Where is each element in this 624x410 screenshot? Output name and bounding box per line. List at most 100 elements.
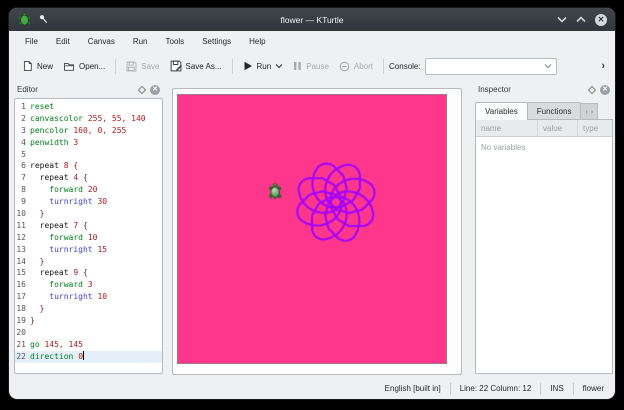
menu-item-help[interactable]: Help: [240, 34, 274, 49]
abort-icon: [339, 61, 350, 72]
status-file-name: flower: [583, 384, 604, 393]
console-input[interactable]: [425, 58, 557, 75]
line-number: 6: [15, 160, 30, 172]
line-number: 21: [15, 339, 30, 351]
new-file-icon: [22, 60, 33, 72]
pause-icon: [293, 61, 302, 71]
line-number: 12: [15, 232, 30, 244]
float-panel-icon[interactable]: [138, 85, 146, 93]
title-bar[interactable]: flower — KTurtle: [9, 8, 615, 31]
editor-line[interactable]: 2canvascolor 255, 55, 140: [15, 113, 162, 125]
editor-line[interactable]: 1reset: [15, 101, 162, 113]
open-folder-icon: [63, 61, 75, 72]
close-panel-icon[interactable]: ✕: [600, 85, 610, 95]
code-editor[interactable]: 1reset2canvascolor 255, 55, 1403pencolor…: [14, 98, 163, 374]
line-number: 3: [15, 125, 30, 137]
menu-item-canvas[interactable]: Canvas: [79, 34, 124, 49]
editor-line[interactable]: 5: [15, 149, 162, 161]
status-language: English [built in]: [385, 384, 441, 393]
column-header-type[interactable]: type: [578, 120, 612, 136]
editor-line[interactable]: 19}: [15, 315, 162, 327]
abort-button[interactable]: Abort: [334, 58, 378, 75]
editor-line[interactable]: 15 repeat 9 {: [15, 267, 162, 279]
editor-line[interactable]: 3pencolor 160, 0, 255: [15, 125, 162, 137]
editor-line[interactable]: 6repeat 8 {: [15, 160, 162, 172]
kturtle-window: flower — KTurtle: [9, 8, 615, 399]
line-number: 1: [15, 101, 30, 113]
run-dropdown-icon: [275, 63, 283, 69]
editor-line[interactable]: 7 repeat 4 {: [15, 172, 162, 184]
tab-variables[interactable]: Variables: [475, 102, 528, 120]
editor-line[interactable]: 14 }: [15, 256, 162, 268]
editor-line[interactable]: 13 turnright 15: [15, 244, 162, 256]
editor-line[interactable]: 17 turnright 10: [15, 291, 162, 303]
line-number: 10: [15, 208, 30, 220]
pin-icon[interactable]: [38, 14, 48, 26]
toolbar-separator: [232, 59, 233, 74]
run-icon: [243, 61, 253, 71]
line-number: 11: [15, 220, 30, 232]
save-icon: [126, 61, 137, 72]
editor-line[interactable]: 20: [15, 327, 162, 339]
editor-line[interactable]: 9 turnright 30: [15, 196, 162, 208]
toolbar-separator: [383, 59, 384, 74]
line-number: 14: [15, 256, 30, 268]
line-number: 13: [15, 244, 30, 256]
save-button[interactable]: Save: [121, 58, 164, 75]
tab-functions[interactable]: Functions: [527, 102, 582, 120]
editor-line[interactable]: 21go 145, 145: [15, 339, 162, 351]
editor-line[interactable]: 4penwidth 3: [15, 137, 162, 149]
toolbar-overflow-icon[interactable]: ›: [601, 60, 607, 72]
column-header-value[interactable]: value: [538, 120, 578, 136]
editor-line[interactable]: 8 forward 20: [15, 184, 162, 196]
line-number: 2: [15, 113, 30, 125]
line-number: 9: [15, 196, 30, 208]
editor-line[interactable]: 12 forward 10: [15, 232, 162, 244]
chevron-down-icon: [544, 63, 552, 69]
editor-line[interactable]: 18 }: [15, 303, 162, 315]
line-number: 15: [15, 267, 30, 279]
float-panel-icon[interactable]: [588, 85, 596, 93]
toolbar-separator: [115, 59, 116, 74]
line-number: 5: [15, 149, 30, 161]
canvas-area: [172, 88, 462, 375]
open-button[interactable]: Open...: [58, 58, 110, 75]
inspector-panel-title: Inspector: [478, 85, 511, 94]
editor-line[interactable]: 16 forward 3: [15, 279, 162, 291]
no-variables-text: No variables: [476, 137, 612, 152]
line-number: 19: [15, 315, 30, 327]
save-as-button[interactable]: Save As...: [165, 57, 227, 75]
inspector-tabs: Variables Functions ‹ ›: [475, 99, 613, 120]
turtle-icon: [18, 12, 31, 28]
menu-item-settings[interactable]: Settings: [193, 34, 240, 49]
close-icon[interactable]: ✕: [595, 14, 607, 26]
status-bar: English [built in] Line: 22 Column: 12 I…: [9, 378, 615, 399]
editor-panel: Editor ✕ 1reset2canvascolor 255, 55, 140…: [11, 80, 164, 378]
line-number: 4: [15, 137, 30, 149]
pause-button[interactable]: Pause: [288, 58, 334, 74]
run-button[interactable]: Run: [238, 58, 289, 74]
tab-scroll-left-icon[interactable]: ‹: [585, 109, 587, 116]
text-cursor: [83, 351, 84, 360]
menu-item-run[interactable]: Run: [124, 34, 157, 49]
window-title: flower — KTurtle: [9, 15, 615, 25]
editor-line[interactable]: 11 repeat 7 {: [15, 220, 162, 232]
toolbar: New Open... Save Save As...: [9, 52, 615, 80]
line-number: 17: [15, 291, 30, 303]
close-panel-icon[interactable]: ✕: [150, 85, 160, 95]
line-number: 8: [15, 184, 30, 196]
inspector-panel: Inspector ✕ Variables Functions ‹ › name…: [472, 80, 614, 378]
save-as-icon: [170, 60, 182, 72]
tab-scroll-right-icon[interactable]: ›: [591, 109, 593, 116]
menu-item-tools[interactable]: Tools: [157, 34, 194, 49]
tab-scroll: ‹ ›: [580, 103, 598, 120]
maximize-icon[interactable]: [576, 15, 586, 25]
menu-item-file[interactable]: File: [16, 34, 47, 49]
minimize-icon[interactable]: [557, 15, 567, 25]
line-number: 20: [15, 327, 30, 339]
editor-line[interactable]: 22direction 0: [15, 351, 162, 363]
new-button[interactable]: New: [17, 57, 58, 75]
column-header-name[interactable]: name: [476, 120, 538, 136]
menu-item-edit[interactable]: Edit: [47, 34, 79, 49]
editor-line[interactable]: 10 }: [15, 208, 162, 220]
